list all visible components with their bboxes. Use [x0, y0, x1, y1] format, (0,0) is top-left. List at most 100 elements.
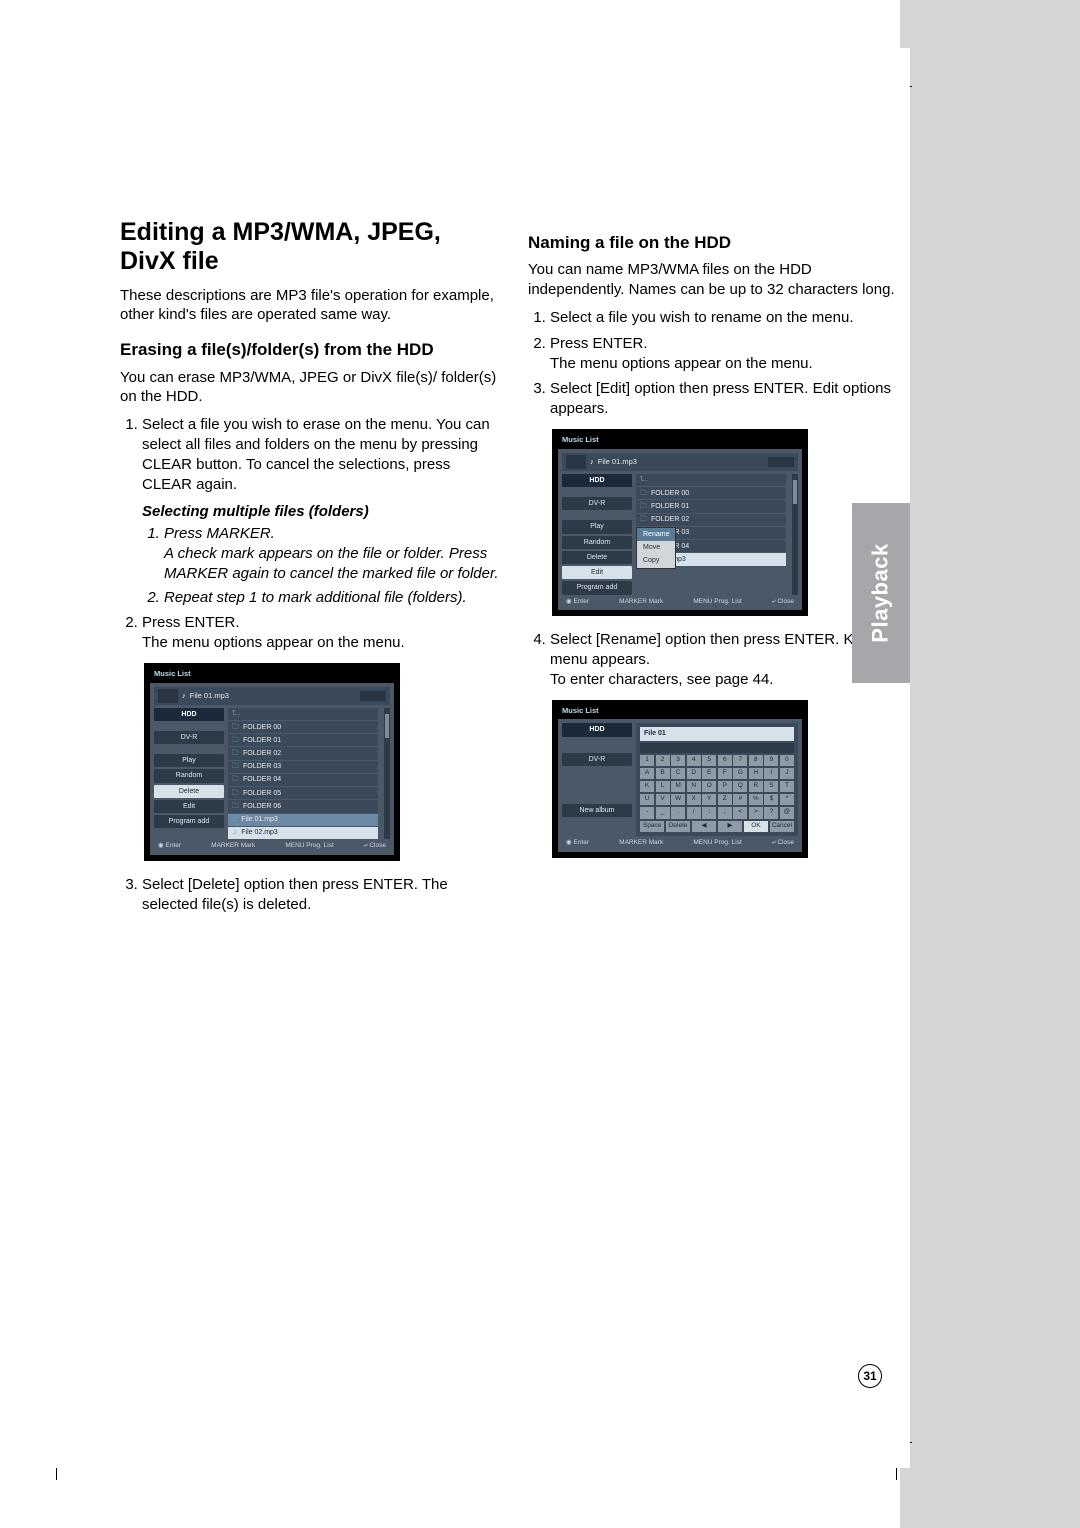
- ui-screenshot-delete: Music List ♪ File 01.mp3 HDD: [144, 663, 400, 861]
- key->: >: [749, 807, 763, 819]
- ui-header: ♪ File 01.mp3: [154, 687, 390, 705]
- keyboard-grid: 1234567890ABCDEFGHIJKLMNOPQRSTUVWXYZ#%$*…: [640, 755, 794, 819]
- step-2: Press ENTER. The menu options appear on …: [142, 613, 500, 653]
- key-◀: ◀: [692, 821, 716, 833]
- list-folder: 🗀FOLDER 06: [228, 800, 378, 812]
- music-note-icon: ♪: [590, 457, 594, 467]
- heading-main: Editing a MP3/WMA, JPEG, DivX file: [120, 218, 500, 276]
- key-/: /: [687, 807, 701, 819]
- key-.: .: [671, 807, 685, 819]
- key-G: G: [733, 768, 747, 780]
- menu-program-add: Program add: [562, 581, 632, 594]
- folder-icon: 🗀: [640, 489, 647, 498]
- key-S: S: [764, 781, 778, 793]
- ui-body: ♪ File 01.mp3 HDD DV-R Play: [558, 449, 802, 610]
- menu-edit: Edit: [154, 800, 224, 813]
- key-J: J: [780, 768, 794, 780]
- key-space: Space: [640, 821, 664, 833]
- scrollbar: [384, 708, 390, 839]
- list-folder: 🗀FOLDER 04: [228, 774, 378, 786]
- key-X: X: [687, 794, 701, 806]
- footer-prog: MENU Prog. List: [693, 598, 741, 607]
- ui-main-row: HDD DV-R New album File 01 1234567890ABC…: [562, 723, 798, 836]
- current-file: File 01.mp3: [598, 457, 637, 467]
- folder-icon: 🗀: [640, 502, 647, 511]
- key-9: 9: [764, 755, 778, 767]
- list-up: ⮤..: [228, 708, 378, 720]
- key-T: T: [780, 781, 794, 793]
- thumb-icon: [768, 457, 794, 467]
- dvr-label: DV-R: [562, 753, 632, 766]
- ui-left-menu: HDD DV-R Play Random Delete Edit Program…: [562, 474, 632, 595]
- key-3: 3: [671, 755, 685, 767]
- substep-1: Press MARKER. A check mark appears on th…: [164, 524, 500, 583]
- folder-icon: 🗀: [232, 775, 239, 784]
- naming-paragraph: You can name MP3/WMA files on the HDD in…: [528, 260, 908, 300]
- folder-icon: 🗀: [232, 802, 239, 811]
- folder-icon: 🗀: [232, 749, 239, 758]
- key--: -: [640, 807, 654, 819]
- key-E: E: [702, 768, 716, 780]
- key-B: B: [656, 768, 670, 780]
- new-album-button: New album: [562, 804, 632, 817]
- naming-steps-cont: Select [Rename] option then press ENTER.…: [528, 630, 908, 689]
- folder-icon: 🗀: [232, 723, 239, 732]
- edit-popup: Rename Move Copy: [636, 527, 676, 569]
- key-N: N: [687, 781, 701, 793]
- list-up: ⮤..: [636, 474, 786, 486]
- key-I: I: [764, 768, 778, 780]
- page-number-value: 31: [863, 1369, 876, 1383]
- naming-step-3: Select [Edit] option then press ENTER. E…: [550, 379, 908, 419]
- subheading-selecting: Selecting multiple files (folders): [142, 502, 500, 522]
- list-folder: 🗀FOLDER 02: [228, 747, 378, 759]
- dvr-label: DV-R: [154, 731, 224, 744]
- right-column: Naming a file on the HDD You can name MP…: [528, 218, 908, 920]
- key-V: V: [656, 794, 670, 806]
- heading-erasing: Erasing a file(s)/folder(s) from the HDD: [120, 339, 500, 361]
- key-P: P: [718, 781, 732, 793]
- ui-main-row: HDD DV-R Play Random Delete Edit Program…: [154, 708, 390, 839]
- key-H: H: [749, 768, 763, 780]
- key-delete: Delete: [666, 821, 690, 833]
- key-Q: Q: [733, 781, 747, 793]
- footer-prog: MENU Prog. List: [285, 842, 333, 851]
- hdd-label: HDD: [562, 723, 632, 736]
- key-4: 4: [687, 755, 701, 767]
- preview-icon: [158, 689, 178, 703]
- dvr-label: DV-R: [562, 497, 632, 510]
- footer-enter: ◉ Enter: [566, 598, 589, 607]
- key-0: 0: [780, 755, 794, 767]
- folder-icon: 🗀: [232, 789, 239, 798]
- ui-header: ♪ File 01.mp3: [562, 453, 798, 471]
- footer-enter: ◉ Enter: [566, 839, 589, 848]
- key-▶: ▶: [718, 821, 742, 833]
- ui-body: ♪ File 01.mp3 HDD DV-R Play: [150, 683, 394, 855]
- popup-move: Move: [637, 541, 675, 554]
- key-M: M: [671, 781, 685, 793]
- key-2: 2: [656, 755, 670, 767]
- footer-close: ⤶ Close: [772, 839, 794, 848]
- footer-prog: MENU Prog. List: [693, 839, 741, 848]
- substep-2: Repeat step 1 to mark additional file (f…: [164, 588, 500, 608]
- ui-footer: ◉ Enter MARKER Mark MENU Prog. List ⤶ Cl…: [562, 595, 798, 607]
- preview-icon: [566, 455, 586, 469]
- key-ok: OK: [744, 821, 768, 833]
- keyboard-area: File 01 1234567890ABCDEFGHIJKLMNOPQRSTUV…: [636, 723, 798, 836]
- footer-mark: MARKER Mark: [211, 842, 255, 851]
- ui-footer: ◉ Enter MARKER Mark MENU Prog. List ⤶ Cl…: [562, 836, 798, 848]
- heading-naming: Naming a file on the HDD: [528, 232, 908, 254]
- list-folder: 🗀FOLDER 01: [228, 734, 378, 746]
- menu-edit: Edit: [562, 566, 632, 579]
- list-folder: 🗀FOLDER 01: [636, 500, 786, 512]
- key-cancel: Cancel: [770, 821, 794, 833]
- step-1: Select a file you wish to erase on the m…: [142, 415, 500, 607]
- thumb-icon: [360, 691, 386, 701]
- ui-file-list: ⮤.. 🗀FOLDER 00 🗀FOLDER 01 🗀FOLDER 02 🗀FO…: [228, 708, 378, 839]
- ui-main-row: HDD DV-R Play Random Delete Edit Program…: [562, 474, 798, 595]
- up-folder-icon: ⮤..: [232, 709, 240, 718]
- selecting-substeps: Press MARKER. A check mark appears on th…: [142, 524, 500, 607]
- erasing-paragraph: You can erase MP3/WMA, JPEG or DivX file…: [120, 368, 500, 408]
- menu-play: Play: [154, 754, 224, 767]
- ui-title: Music List: [558, 435, 802, 445]
- menu-play: Play: [562, 520, 632, 533]
